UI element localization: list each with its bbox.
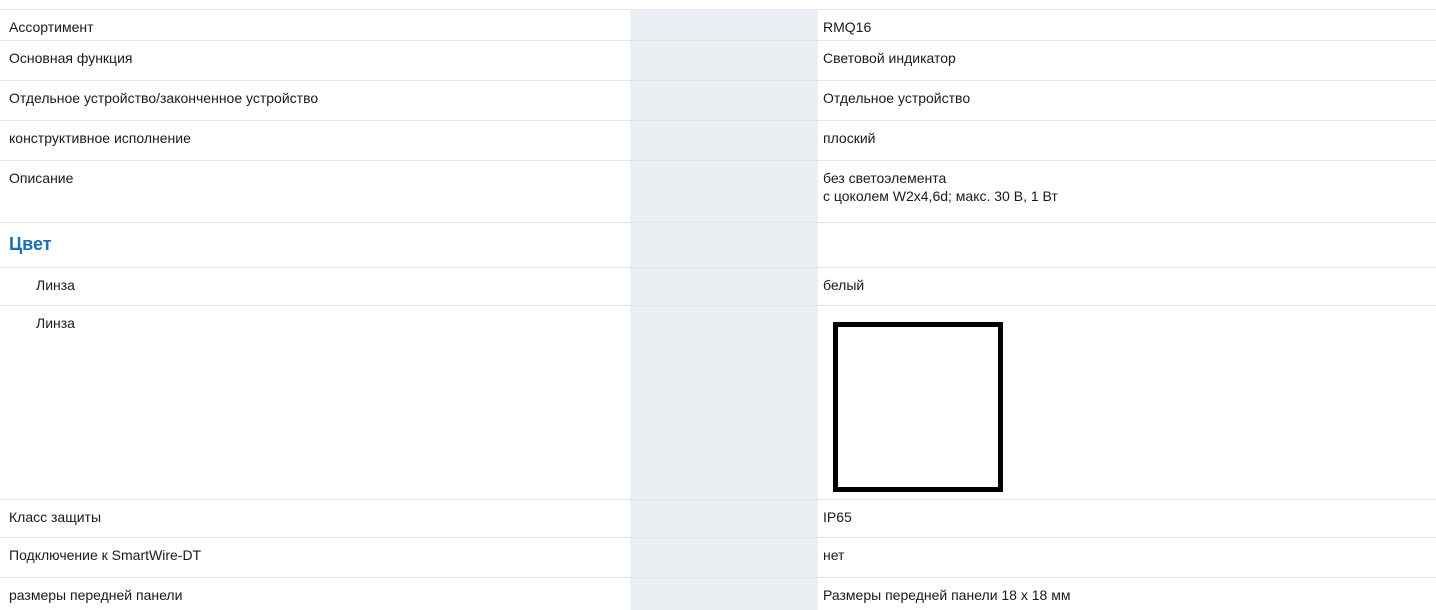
table-row: Описание без светоэлемента с цоколем W2x… <box>0 161 1436 223</box>
row-label: Описание <box>9 170 74 186</box>
row-label: Класс защиты <box>9 509 102 525</box>
section-header-row: Цвет <box>0 223 1436 268</box>
row-label: Основная функция <box>9 50 133 66</box>
lens-color-swatch <box>833 322 1003 492</box>
spec-table: Ассортимент RMQ16 Основная функция Свето… <box>0 10 1436 610</box>
row-value-line: с цоколем W2x4,6d; макс. 30 В, 1 Вт <box>823 188 1058 204</box>
table-row: Класс защиты IP65 <box>0 500 1436 538</box>
table-row: Линза <box>0 306 1436 500</box>
table-row: Линза белый <box>0 268 1436 306</box>
table-row: Подключение к SmartWire-DT нет <box>0 538 1436 578</box>
row-label: Подключение к SmartWire-DT <box>9 547 202 563</box>
table-row: Отдельное устройство/законченное устройс… <box>0 81 1436 121</box>
row-label: размеры передней панели <box>9 587 183 603</box>
row-value: IP65 <box>823 509 852 525</box>
table-row: Основная функция Световой индикатор <box>0 41 1436 81</box>
row-value: без светоэлемента с цоколем W2x4,6d; мак… <box>823 169 1058 205</box>
table-row: конструктивное исполнение плоский <box>0 121 1436 161</box>
row-label: конструктивное исполнение <box>9 130 191 146</box>
table-row: Ассортимент RMQ16 <box>0 10 1436 41</box>
color-section-title: Цвет <box>9 234 52 254</box>
row-value: Размеры передней панели 18 x 18 мм <box>823 587 1071 603</box>
row-label: Линза <box>36 315 75 331</box>
table-row: размеры передней панели Размеры передней… <box>0 578 1436 610</box>
row-label: Ассортимент <box>9 19 94 35</box>
row-value: плоский <box>823 130 876 146</box>
row-value: белый <box>823 277 865 293</box>
row-value: Световой индикатор <box>823 50 956 66</box>
row-value: Отдельное устройство <box>823 90 971 106</box>
spec-page: Ассортимент RMQ16 Основная функция Свето… <box>0 0 1436 610</box>
row-value: нет <box>823 547 845 563</box>
row-label: Линза <box>36 277 75 293</box>
row-label: Отдельное устройство/законченное устройс… <box>9 90 319 106</box>
row-value-line: без светоэлемента <box>823 170 947 186</box>
row-value: RMQ16 <box>823 19 872 35</box>
